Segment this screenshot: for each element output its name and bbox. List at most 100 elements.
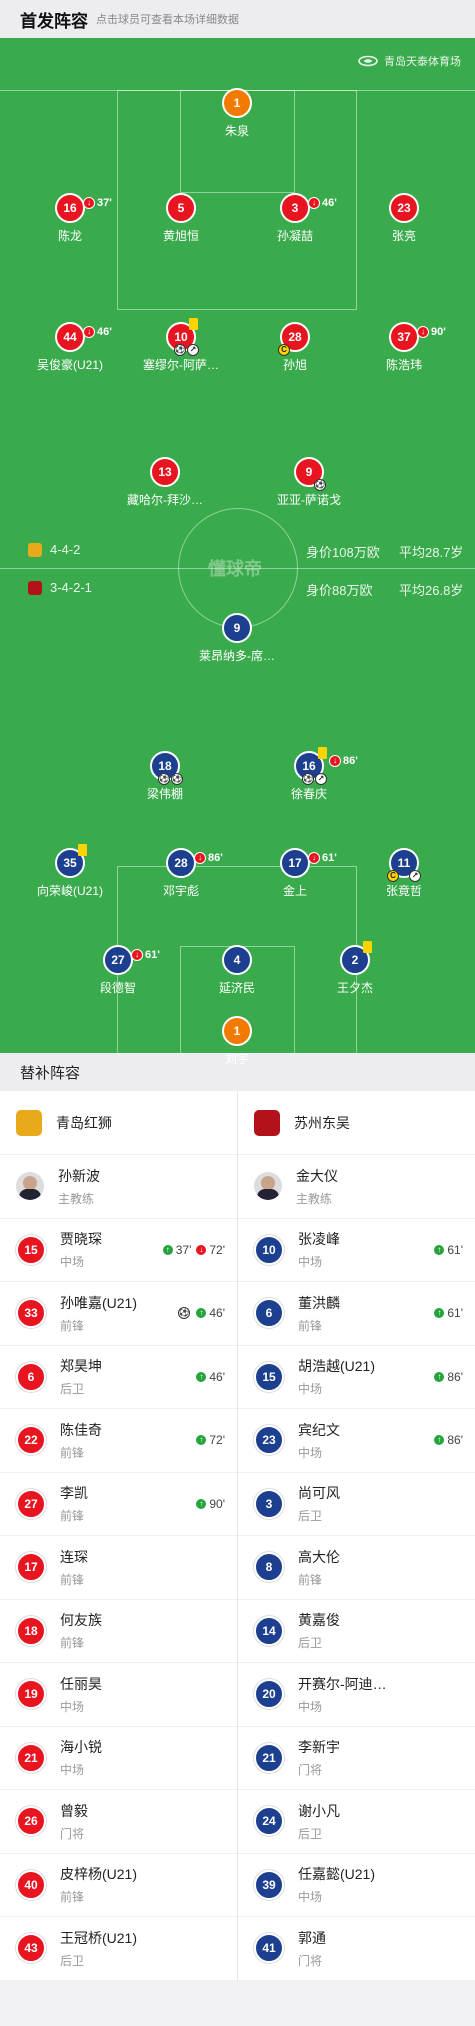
away-player[interactable]: 4 延济民 [177, 945, 297, 996]
home-player[interactable]: 16 ↓ 37' 陈龙 [10, 193, 130, 244]
player-number: 3 [291, 201, 299, 215]
away-sub-row[interactable]: 21 李新宇 门将 [238, 1727, 475, 1790]
away-player[interactable]: 9 莱昂纳多-席… [177, 613, 297, 664]
away-sub-row[interactable]: 41 郭通 门将 [238, 1917, 475, 1981]
sub-on-icon: ↑ [195, 1434, 208, 1447]
sub-on-minute: 37' [175, 1242, 192, 1257]
away-sub-row[interactable]: 3 尚可风 后卫 [238, 1473, 475, 1536]
away-formation-row: 3-4-2-1 [28, 580, 92, 595]
away-sub-row[interactable]: 24 谢小凡 后卫 [238, 1790, 475, 1854]
sub-position: 前锋 [60, 1572, 85, 1587]
away-sub-row[interactable]: 23 宾纪文 中场 ↑ 86' [238, 1409, 475, 1473]
sub-number: 15 [16, 1234, 46, 1265]
away-age: 平均26.8岁 [399, 583, 464, 598]
home-sub-row[interactable]: 19 任丽昊 中场 [0, 1663, 237, 1727]
home-player[interactable]: 10 ⚽ ↗ 塞缪尔-阿萨… [121, 318, 241, 373]
coach-avatar [254, 1172, 282, 1201]
sub-number: 23 [254, 1425, 284, 1456]
sub-name: 李新宇 [298, 1739, 340, 1756]
home-player[interactable]: 28 C 孙旭 [235, 322, 355, 373]
sub-events: ↑ 86' [429, 1370, 463, 1384]
home-player[interactable]: 9 ⚽ 亚亚-萨诺戈 [249, 457, 369, 508]
home-player[interactable]: 13 藏哈尔-拜沙… [105, 457, 225, 508]
away-sub-row[interactable]: 8 高大伦 前锋 [238, 1536, 475, 1600]
player-name: 孙旭 [282, 358, 307, 372]
sub-name: 开赛尔-阿迪… [298, 1675, 387, 1692]
away-player[interactable]: 16 ↓ 86' ⚽ ↗ 徐春庆 [249, 747, 369, 802]
sub-name: 宾纪文 [298, 1421, 340, 1438]
home-player[interactable]: 3 ↓ 46' 孙凝喆 [235, 193, 355, 244]
sub-on-icon: ↑ [195, 1497, 208, 1510]
event-minute: 86' [343, 755, 358, 767]
away-sub-row[interactable]: 14 黄嘉俊 后卫 [238, 1600, 475, 1663]
home-player[interactable]: 44 ↓ 46' 吴俊豪(U21) [10, 322, 130, 373]
yellow-card-icon [189, 318, 198, 330]
sub-position: 中场 [60, 1763, 85, 1778]
home-player[interactable]: 23 张亮 [344, 193, 464, 244]
home-sub-row[interactable]: 17 连琛前锋 [0, 1536, 237, 1600]
home-player[interactable]: 1 朱泉 [177, 88, 297, 139]
player-name: 延济民 [218, 981, 255, 995]
sub-name: 张凌峰 [298, 1231, 340, 1248]
home-sub-row[interactable]: 27 李凯 前锋 ↑ 90' [0, 1473, 237, 1536]
away-player[interactable]: 28 ↓ 86' 邓宇彪 [121, 848, 241, 899]
sub-position: 前锋 [298, 1318, 323, 1333]
away-team-header[interactable]: 苏州东吴 [238, 1091, 475, 1155]
sub-number: 20 [254, 1679, 284, 1710]
sub-events: ↑ 72' [191, 1433, 225, 1447]
away-player[interactable]: 27 ↓ 61' 段德智 [58, 945, 178, 996]
home-sub-row[interactable]: 43 王冠桥(U21) 后卫 [0, 1917, 237, 1981]
away-sub-row[interactable]: 39 任嘉懿(U21) 中场 [238, 1854, 475, 1917]
sub-name: 何友族 [60, 1612, 102, 1629]
venue: 青岛天泰体育场 [358, 53, 461, 69]
yellow-card-icon [318, 747, 327, 759]
home-formation: 4-4-2 [50, 542, 81, 557]
sub-position: 门将 [298, 1953, 323, 1968]
coach-role: 主教练 [58, 1191, 95, 1206]
sub-position: 后卫 [298, 1636, 323, 1651]
home-sub-row[interactable]: 40 皮梓杨(U21) 前锋 [0, 1854, 237, 1917]
sub-number: 24 [254, 1806, 284, 1837]
home-sub-row[interactable]: 18 何友族 前锋 [0, 1600, 237, 1663]
away-sub-row[interactable]: 6 董洪麟 前锋 ↑ 61' [238, 1282, 475, 1346]
sub-number: 27 [16, 1488, 46, 1519]
sub-number: 17 [16, 1552, 46, 1583]
sub-on-icon: ↑ [195, 1307, 208, 1320]
home-sub-row[interactable]: 22 陈佳奇 前锋 ↑ 72' [0, 1409, 237, 1473]
away-player[interactable]: 2 王夕杰 [295, 941, 415, 996]
sub-name: 连琛 [60, 1548, 88, 1565]
away-player[interactable]: 11 C ↗ 张竟哲 [344, 848, 464, 899]
away-player[interactable]: 35 向荣峻(U21) [10, 844, 130, 899]
home-sub-row[interactable]: 15 贾晓琛 中场 ↑ 37' ↓ 72' [0, 1219, 237, 1282]
home-team-header[interactable]: 青岛红狮 [0, 1091, 237, 1155]
away-sub-row[interactable]: 10 张凌峰 中场 ↑ 61' [238, 1219, 475, 1282]
goal-ball-icon: ⚽ [171, 773, 183, 785]
sub-position: 中场 [298, 1255, 323, 1270]
home-sub-row[interactable]: 6 郑昊坤 后卫 ↑ 46' [0, 1346, 237, 1409]
home-player[interactable]: 5 黄旭恒 [121, 193, 241, 244]
sub-number: 40 [16, 1869, 46, 1900]
home-player[interactable]: 37 ↓ 90' 陈浩玮 [344, 322, 464, 373]
home-coach-row[interactable]: 孙新波 主教练 [0, 1155, 237, 1219]
sub-position: 前锋 [60, 1445, 85, 1460]
player-name: 亚亚-萨诺戈 [277, 493, 341, 507]
away-sub-row[interactable]: 15 胡浩越(U21) 中场 ↑ 86' [238, 1346, 475, 1409]
venue-name: 青岛天泰体育场 [384, 56, 461, 68]
player-number: 27 [111, 953, 125, 967]
sub-off-icon: ↓ [308, 197, 320, 209]
event-minute: 46' [322, 197, 337, 209]
sub-position: 中场 [60, 1699, 85, 1714]
away-player[interactable]: 17 ↓ 61' 金上 [235, 848, 355, 899]
player-number: 5 [166, 193, 196, 223]
home-sub-row[interactable]: 21 海小锐 中场 [0, 1727, 237, 1790]
away-sub-row[interactable]: 20 开赛尔-阿迪… 中场 [238, 1663, 475, 1727]
sub-on-icon: ↑ [433, 1434, 446, 1447]
stadium-icon [358, 55, 378, 67]
player-number: 28 [174, 856, 188, 870]
away-player[interactable]: 18 ⚽ ⚽ 梁伟棚 [105, 751, 225, 802]
away-coach-row[interactable]: 金大仪 主教练 [238, 1155, 475, 1219]
home-sub-row[interactable]: 26 曾毅 门将 [0, 1790, 237, 1854]
home-sub-row[interactable]: 33 孙唯嘉(U21) 前锋 ⚽ ↑ 46' [0, 1282, 237, 1346]
away-player[interactable]: 1 刘宇 [177, 1016, 297, 1067]
sub-number: 41 [254, 1933, 284, 1964]
